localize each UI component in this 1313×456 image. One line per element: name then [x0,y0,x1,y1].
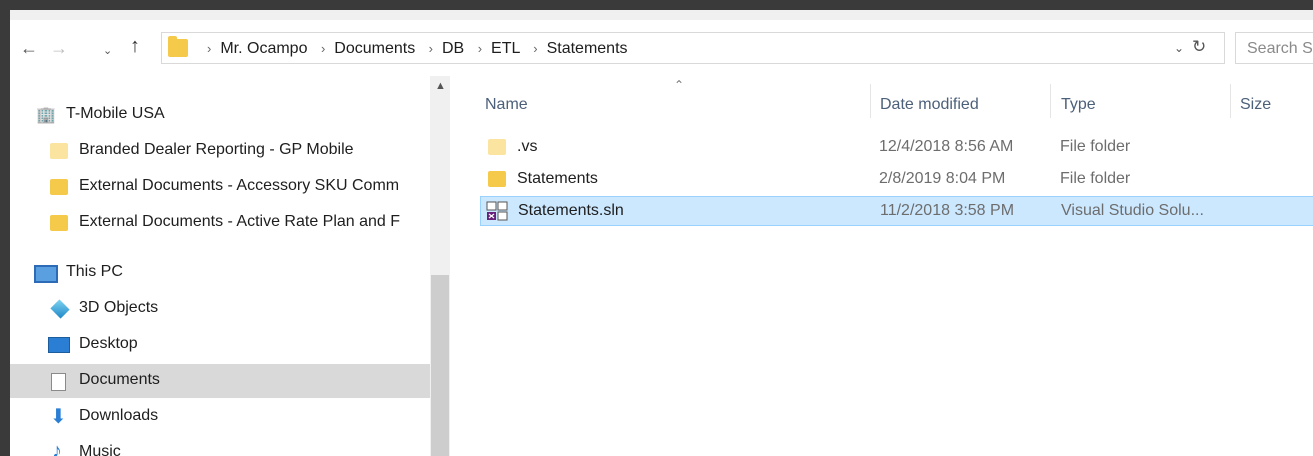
nav-item-label: External Documents - Accessory SKU Comm [79,177,400,194]
building-icon: 🏢 [36,107,56,124]
breadcrumb: › Mr. Ocampo › Documents › DB › ETL › Stateme… [198,40,628,58]
folder-icon [488,139,506,155]
recent-locations-chevron-icon[interactable]: ⌄ [103,41,112,61]
sort-ascending-chevron-icon: ⌃ [674,78,685,92]
chevron-right-icon[interactable]: › [533,41,537,56]
breadcrumb-db[interactable]: DB [442,40,464,57]
navigation-pane: 🏢 T-Mobile USA Branded Dealer Reporting … [10,76,450,456]
file-name: .vs [517,138,538,155]
navigation-bar: ← → ⌄ ↑ › Mr. Ocampo › Documents › DB › ETL … [10,28,1313,68]
file-name: Statements [517,170,598,187]
scroll-up-chevron-icon[interactable]: ▲ [435,80,446,92]
folder-icon [50,143,68,159]
chevron-right-icon[interactable]: › [478,41,482,56]
address-folder-icon [168,36,188,57]
breadcrumb-documents[interactable]: Documents [334,40,415,57]
nav-item-label: 3D Objects [79,299,159,316]
visual-studio-solution-icon [486,201,508,221]
file-row-statements-folder[interactable]: Statements 2/8/2019 8:04 PM File folder [480,165,1313,195]
column-divider[interactable] [1230,84,1231,118]
column-header-date-modified[interactable]: Date modified [880,96,979,114]
column-header-type[interactable]: Type [1061,96,1096,114]
breadcrumb-etl[interactable]: ETL [491,40,520,57]
file-explorer-window: ← → ⌄ ↑ › Mr. Ocampo › Documents › DB › ETL … [10,10,1313,456]
search-placeholder: Search S [1247,40,1313,57]
file-date-modified: 11/2/2018 3:58 PM [880,202,1015,219]
nav-item-label: T-Mobile USA [66,105,165,122]
nav-item-external-documents-accessory[interactable]: External Documents - Accessory SKU Comm [10,170,430,204]
nav-item-this-pc[interactable]: This PC [10,256,430,290]
nav-item-t-mobile-usa[interactable]: 🏢 T-Mobile USA [10,98,430,132]
back-arrow-icon[interactable]: ← [20,38,38,58]
address-bar[interactable]: › Mr. Ocampo › Documents › DB › ETL › Stateme… [161,32,1225,64]
documents-icon [51,373,66,391]
chevron-right-icon[interactable]: › [207,41,211,56]
file-type: Visual Studio Solu... [1061,202,1204,219]
nav-item-label: External Documents - Active Rate Plan an… [79,213,401,230]
file-type: File folder [1060,138,1131,155]
nav-item-external-documents-active-rate[interactable]: External Documents - Active Rate Plan an… [10,206,430,240]
nav-item-label: This PC [66,263,123,280]
nav-item-music[interactable]: ♪ Music [10,436,430,456]
desktop-icon [48,337,70,353]
nav-item-downloads[interactable]: ⬇ Downloads [10,400,430,434]
forward-arrow-icon[interactable]: → [50,38,68,58]
file-row-statements-sln[interactable]: Statements.sln 11/2/2018 3:58 PM Visual … [480,196,1313,226]
nav-item-label: Desktop [79,335,138,352]
up-arrow-icon[interactable]: ↑ [130,36,140,56]
chevron-right-icon[interactable]: › [321,41,325,56]
file-date-modified: 2/8/2019 8:04 PM [879,170,1006,187]
nav-item-label: Documents [79,371,160,388]
file-list: ⌃ Name Date modified Type Size .vs 12/4/… [450,76,1313,456]
file-date-modified: 12/4/2018 8:56 AM [879,138,1014,155]
file-name: Statements.sln [518,202,624,219]
column-divider[interactable] [1050,84,1051,118]
nav-item-label: Branded Dealer Reporting - GP Mobile [79,141,354,158]
breadcrumb-mr-ocampo[interactable]: Mr. Ocampo [220,40,307,57]
scrollbar-thumb[interactable] [431,275,449,456]
nav-item-3d-objects[interactable]: 3D Objects [10,292,430,326]
refresh-icon[interactable]: ↻ [1192,37,1206,57]
music-icon: ♪ [52,440,62,456]
column-divider[interactable] [870,84,871,118]
nav-item-desktop[interactable]: Desktop [10,328,430,362]
search-box[interactable]: Search S [1235,32,1313,64]
breadcrumb-statements[interactable]: Statements [547,40,628,57]
downloads-icon: ⬇ [50,406,67,428]
folder-icon [488,171,506,187]
file-row-vs[interactable]: .vs 12/4/2018 8:56 AM File folder [480,133,1313,163]
folder-icon [50,179,68,195]
nav-item-label: Music [79,443,121,456]
folder-icon [50,215,68,231]
ribbon-edge [10,10,1313,20]
nav-item-branded-dealer-reporting[interactable]: Branded Dealer Reporting - GP Mobile [10,134,430,168]
nav-item-documents[interactable]: Documents [10,364,430,398]
nav-item-label: Downloads [79,407,159,424]
chevron-right-icon[interactable]: › [429,41,433,56]
3d-objects-icon [50,299,70,319]
column-header-size[interactable]: Size [1240,96,1271,114]
this-pc-icon [34,265,58,283]
column-header-name[interactable]: Name [485,96,528,114]
file-type: File folder [1060,170,1131,187]
address-dropdown-chevron-icon[interactable]: ⌄ [1174,41,1184,55]
